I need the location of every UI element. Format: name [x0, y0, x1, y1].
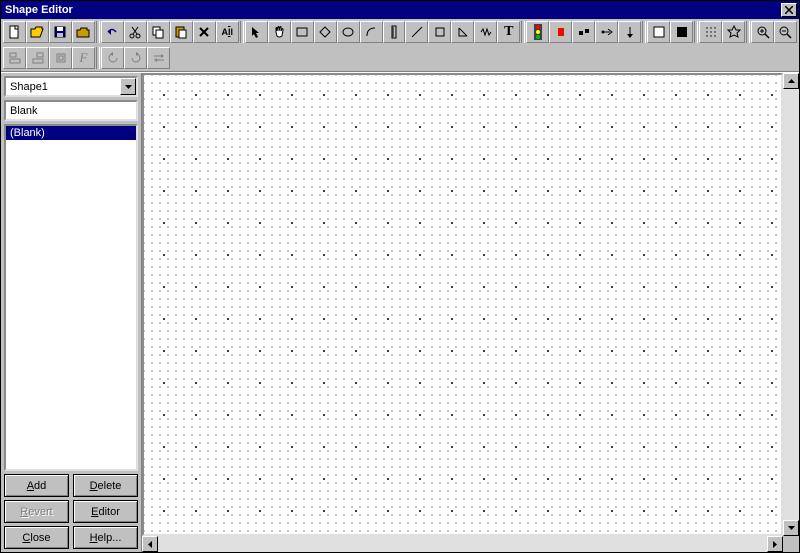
rect-outline-icon[interactable] — [647, 21, 670, 43]
close-button[interactable]: Close — [4, 526, 69, 549]
cut-icon[interactable] — [124, 21, 147, 43]
center-icon[interactable] — [49, 47, 72, 69]
toolbar-separator — [746, 21, 750, 43]
align-2-icon[interactable] — [26, 47, 49, 69]
scroll-corner — [783, 536, 799, 552]
scroll-track[interactable] — [158, 536, 767, 552]
shape-list[interactable]: (Blank) — [4, 124, 138, 471]
revert-button[interactable]: Revert — [4, 500, 69, 523]
diamond-icon[interactable] — [314, 21, 337, 43]
line-icon[interactable] — [405, 21, 428, 43]
scroll-down-icon[interactable] — [783, 520, 799, 536]
drawing-canvas[interactable] — [142, 73, 783, 536]
toolbar-separator — [240, 21, 244, 43]
pointer-icon[interactable] — [245, 21, 268, 43]
delete-button[interactable]: Delete — [73, 474, 138, 497]
dropdown-arrow-icon — [120, 78, 136, 95]
shape-editor-window: Shape Editor All — [0, 0, 800, 553]
titlebar: Shape Editor — [1, 1, 799, 19]
arrow-down-icon[interactable] — [618, 21, 641, 43]
main-area: Shape1 Blank (Blank) Add Delete Revert E… — [1, 72, 799, 552]
toolbar-separator — [96, 21, 100, 43]
scroll-left-icon[interactable] — [142, 536, 158, 552]
target-icon[interactable] — [722, 21, 745, 43]
record-icon[interactable] — [549, 21, 572, 43]
flip-icon[interactable] — [595, 21, 618, 43]
rectangle-icon[interactable] — [291, 21, 314, 43]
delete-icon[interactable] — [193, 21, 216, 43]
select-all-icon[interactable]: All — [216, 21, 239, 43]
window-title: Shape Editor — [3, 4, 781, 16]
toolbar-separator — [694, 21, 698, 43]
scroll-track[interactable] — [783, 89, 799, 520]
hand-icon[interactable] — [268, 21, 291, 43]
save-file-icon[interactable] — [49, 21, 72, 43]
rotate-cw-icon[interactable] — [124, 47, 147, 69]
shape-name-input[interactable]: Blank — [4, 100, 138, 121]
editor-button[interactable]: Editor — [73, 500, 138, 523]
toolbar-separator — [521, 21, 525, 43]
list-item[interactable]: (Blank) — [6, 126, 136, 140]
ruler-vertical-icon[interactable] — [383, 21, 406, 43]
vertical-scrollbar[interactable] — [783, 73, 799, 536]
arc-icon[interactable] — [360, 21, 383, 43]
undo-icon[interactable] — [101, 21, 124, 43]
zoom-in-icon[interactable] — [751, 21, 774, 43]
toolbar-row-1: All T — [1, 19, 799, 45]
shape-selector-dropdown[interactable]: Shape1 — [4, 76, 138, 97]
align-1-icon[interactable] — [3, 47, 26, 69]
close-window-button[interactable] — [781, 3, 797, 17]
text-icon[interactable]: T — [497, 21, 520, 43]
list-item-label: (Blank) — [10, 127, 45, 139]
toolbar-separator — [96, 47, 100, 69]
add-button[interactable]: Add — [4, 474, 69, 497]
ellipse-icon[interactable] — [337, 21, 360, 43]
scroll-right-icon[interactable] — [767, 536, 783, 552]
stoplight-icon[interactable] — [526, 21, 549, 43]
toolbar-separator — [642, 21, 646, 43]
swap-icon[interactable] — [147, 47, 170, 69]
help-button[interactable]: Help... — [73, 526, 138, 549]
grid-icon[interactable] — [699, 21, 722, 43]
handle-icon[interactable] — [572, 21, 595, 43]
horizontal-scrollbar[interactable] — [142, 536, 783, 552]
sidebar: Shape1 Blank (Blank) Add Delete Revert E… — [1, 73, 142, 552]
shape-name-value: Blank — [10, 105, 38, 117]
paste-icon[interactable] — [170, 21, 193, 43]
zigzag-icon[interactable] — [474, 21, 497, 43]
angle-icon[interactable] — [451, 21, 474, 43]
open-folder-icon[interactable] — [72, 21, 95, 43]
open-file-icon[interactable] — [26, 21, 49, 43]
rect-filled-icon[interactable] — [670, 21, 693, 43]
toolbars: All T — [1, 19, 799, 72]
toolbar-row-2: F — [1, 45, 799, 71]
canvas-area — [142, 73, 799, 552]
format-icon[interactable]: F — [72, 47, 95, 69]
scroll-up-icon[interactable] — [783, 73, 799, 89]
shape-selector-value: Shape1 — [6, 81, 120, 93]
copy-icon[interactable] — [147, 21, 170, 43]
new-file-icon[interactable] — [3, 21, 26, 43]
rotate-ccw-icon[interactable] — [101, 47, 124, 69]
square-tool-icon[interactable] — [428, 21, 451, 43]
zoom-out-icon[interactable] — [774, 21, 797, 43]
